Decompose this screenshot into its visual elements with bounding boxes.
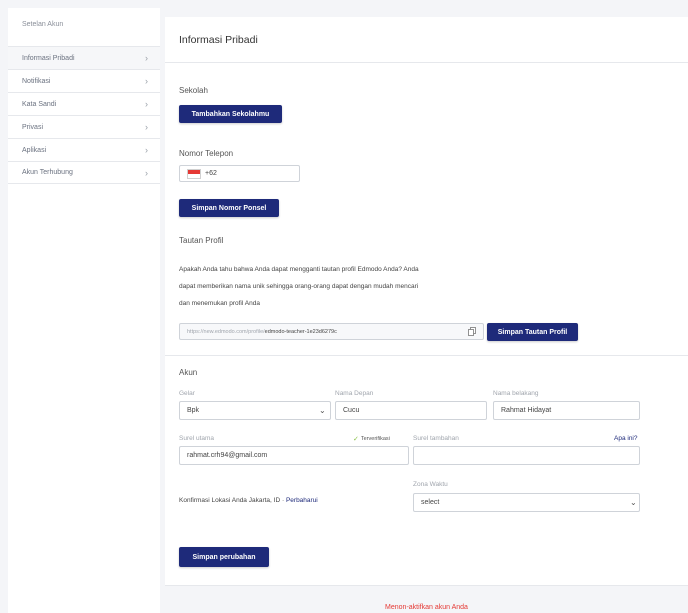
email-value: rahmat.crh94@gmail.com [187,452,268,459]
chevron-right-icon: › [145,53,148,63]
sidebar-item-label: Informasi Pribadi [22,54,75,62]
verified-badge: ✓ Terverifikasi [353,435,390,443]
profile-link-description: Apakah Anda tahu bahwa Anda dapat mengga… [179,261,499,312]
account-label: Akun [179,368,198,377]
description-line: dapat memberikan nama unik sehingga oran… [179,283,419,290]
add-school-button[interactable]: Tambahkan Sekolahmu [179,105,282,123]
last-name-value: Rahmat Hidayat [501,407,552,414]
page-title: Informasi Pribadi [165,17,688,63]
footer-bar: Menon-aktifkan akun Anda [165,585,688,613]
save-phone-button[interactable]: Simpan Nomor Ponsel [179,199,279,217]
first-name-input[interactable]: Cucu [335,401,487,420]
sidebar-item-notifications[interactable]: Notifikasi › [8,69,160,92]
save-profile-link-button[interactable]: Simpan Tautan Profil [487,323,578,341]
sidebar-header: Setelan Akun [22,21,64,28]
title-label: Gelar [179,390,195,397]
sidebar-item-apps[interactable]: Aplikasi › [8,138,160,161]
extra-email-input[interactable] [413,446,640,465]
phone-input[interactable]: +62 [179,165,300,182]
chevron-right-icon: › [145,145,148,155]
sidebar-item-label: Kata Sandi [22,100,57,108]
url-slug: edmodo-teacher-1e23d6279c [264,328,337,335]
sidebar-item-label: Notifikasi [22,77,51,85]
timezone-value: select [421,499,440,506]
sidebar-item-connected-accounts[interactable]: Akun Terhubung › [8,161,160,184]
first-name-value: Cucu [343,407,360,414]
section-divider [165,355,688,356]
location-confirmation: Konfirmasi Lokasi Anda Jakarta, ID · Per… [179,497,318,504]
chevron-right-icon: › [145,167,148,178]
sidebar-item-label: Aplikasi [22,146,47,154]
what-is-this-link[interactable]: Apa ini? [614,435,638,442]
title-select[interactable]: Bpk [179,401,331,420]
chevron-down-icon: ⌄ [319,406,326,415]
timezone-select[interactable]: select [413,493,640,512]
copy-icon[interactable] [468,327,476,336]
last-name-input[interactable]: Rahmat Hidayat [493,401,640,420]
phone-label: Nomor Telepon [179,149,234,158]
chevron-right-icon: › [145,76,148,86]
first-name-label: Nama Depan [335,390,374,397]
last-name-label: Nama belakang [493,390,539,397]
indonesia-flag-icon[interactable] [187,168,201,179]
chevron-right-icon: › [145,122,148,132]
timezone-label: Zona Waktu [413,481,448,488]
verified-text: Terverifikasi [360,436,390,442]
email-input[interactable]: rahmat.crh94@gmail.com [179,446,409,465]
sidebar-item-password[interactable]: Kata Sandi › [8,92,160,115]
chevron-down-icon: ⌄ [630,498,637,507]
location-text: Konfirmasi Lokasi Anda Jakarta, ID · [179,497,285,504]
sidebar-item-privacy[interactable]: Privasi › [8,115,160,138]
description-line: dan menemukan profil Anda [179,300,260,307]
profile-url-input[interactable]: https://new.edmodo.com/profile/ edmodo-t… [179,323,484,340]
deactivate-account-link[interactable]: Menon-aktifkan akun Anda [385,604,468,611]
chevron-right-icon: › [145,99,148,109]
sidebar-item-label: Privasi [22,123,44,131]
profile-link-label: Tautan Profil [179,236,224,245]
school-label: Sekolah [179,86,208,95]
settings-sidebar: Setelan Akun Informasi Pribadi › Notifik… [8,8,160,613]
main-panel: Informasi Pribadi Sekolah Tambahkan Seko… [165,17,688,613]
check-icon: ✓ [353,436,359,443]
url-prefix: https://new.edmodo.com/profile/ [187,328,265,335]
sidebar-item-label: Akun Terhubung [22,169,73,176]
title-value: Bpk [187,407,200,414]
sidebar-item-personal-info[interactable]: Informasi Pribadi › [8,46,160,69]
extra-email-label: Surel tambahan [413,435,459,442]
save-changes-button[interactable]: Simpan perubahan [179,547,269,567]
update-location-link[interactable]: Perbaharui [286,497,318,504]
description-line: Apakah Anda tahu bahwa Anda dapat mengga… [179,266,419,273]
email-label: Surel utama [179,435,215,442]
phone-value: +62 [205,170,217,177]
